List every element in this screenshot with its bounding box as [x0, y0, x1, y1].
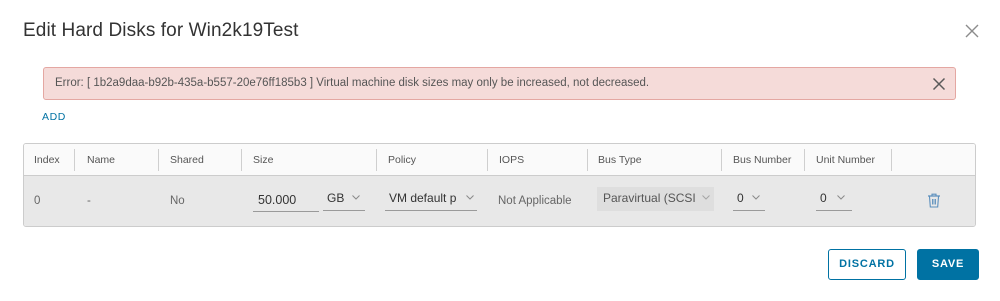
hard-disks-grid: Index Name Shared Size Policy IOPS Bus T…: [23, 143, 976, 227]
disk-name: -: [87, 195, 91, 207]
trash-icon[interactable]: [927, 193, 941, 208]
column-header-bus-type: Bus Type: [598, 154, 642, 166]
close-icon[interactable]: [963, 22, 981, 40]
disk-index: 0: [34, 195, 41, 207]
column-divider: [241, 149, 242, 171]
column-divider: [804, 149, 805, 171]
column-header-unit-number: Unit Number: [816, 154, 875, 166]
table-row[interactable]: 0 - No GB VM default p Not Applicable Pa…: [24, 176, 975, 226]
save-button[interactable]: SAVE: [917, 249, 979, 280]
column-header-size: Size: [253, 154, 274, 166]
column-divider: [74, 149, 75, 171]
column-divider: [376, 149, 377, 171]
column-divider: [487, 149, 488, 171]
unit-number-value: 0: [820, 191, 827, 205]
disk-size-input[interactable]: [253, 188, 319, 212]
grid-header: Index Name Shared Size Policy IOPS Bus T…: [24, 144, 975, 176]
alert-close-icon[interactable]: [931, 76, 947, 92]
disk-iops: Not Applicable: [498, 195, 572, 207]
add-disk-link[interactable]: ADD: [42, 111, 66, 123]
chevron-down-icon: [837, 195, 845, 200]
column-header-iops: IOPS: [499, 154, 525, 166]
chevron-down-icon: [352, 195, 360, 200]
edit-hard-disks-dialog: Edit Hard Disks for Win2k19Test Error: […: [0, 0, 1000, 301]
error-alert: Error: [ 1b2a9daa-b92b-435a-b557-20e76ff…: [43, 67, 956, 100]
chevron-down-icon: [702, 195, 710, 200]
dialog-title: Edit Hard Disks for Win2k19Test: [23, 20, 299, 41]
chevron-down-icon: [466, 195, 474, 200]
chevron-down-icon: [752, 195, 760, 200]
bus-type-select: Paravirtual (SCSI: [597, 187, 714, 211]
column-divider: [587, 149, 588, 171]
bus-type-value: Paravirtual (SCSI: [603, 191, 696, 205]
bus-number-select[interactable]: 0: [733, 187, 765, 211]
column-divider: [891, 149, 892, 171]
policy-select[interactable]: VM default p: [385, 187, 477, 211]
column-header-name: Name: [87, 154, 116, 166]
column-divider: [158, 149, 159, 171]
column-header-index: Index: [34, 154, 60, 166]
column-header-bus-number: Bus Number: [733, 154, 792, 166]
error-message: Error: [ 1b2a9daa-b92b-435a-b557-20e76ff…: [55, 77, 650, 89]
unit-number-select[interactable]: 0: [816, 187, 852, 211]
column-divider: [721, 149, 722, 171]
column-header-shared: Shared: [170, 154, 204, 166]
size-unit-select[interactable]: GB: [323, 187, 365, 211]
size-unit-value: GB: [327, 191, 345, 205]
column-header-policy: Policy: [388, 154, 417, 166]
bus-number-value: 0: [737, 191, 744, 205]
disk-shared: No: [170, 195, 185, 207]
policy-value: VM default p: [389, 191, 457, 205]
discard-button[interactable]: DISCARD: [828, 249, 906, 280]
